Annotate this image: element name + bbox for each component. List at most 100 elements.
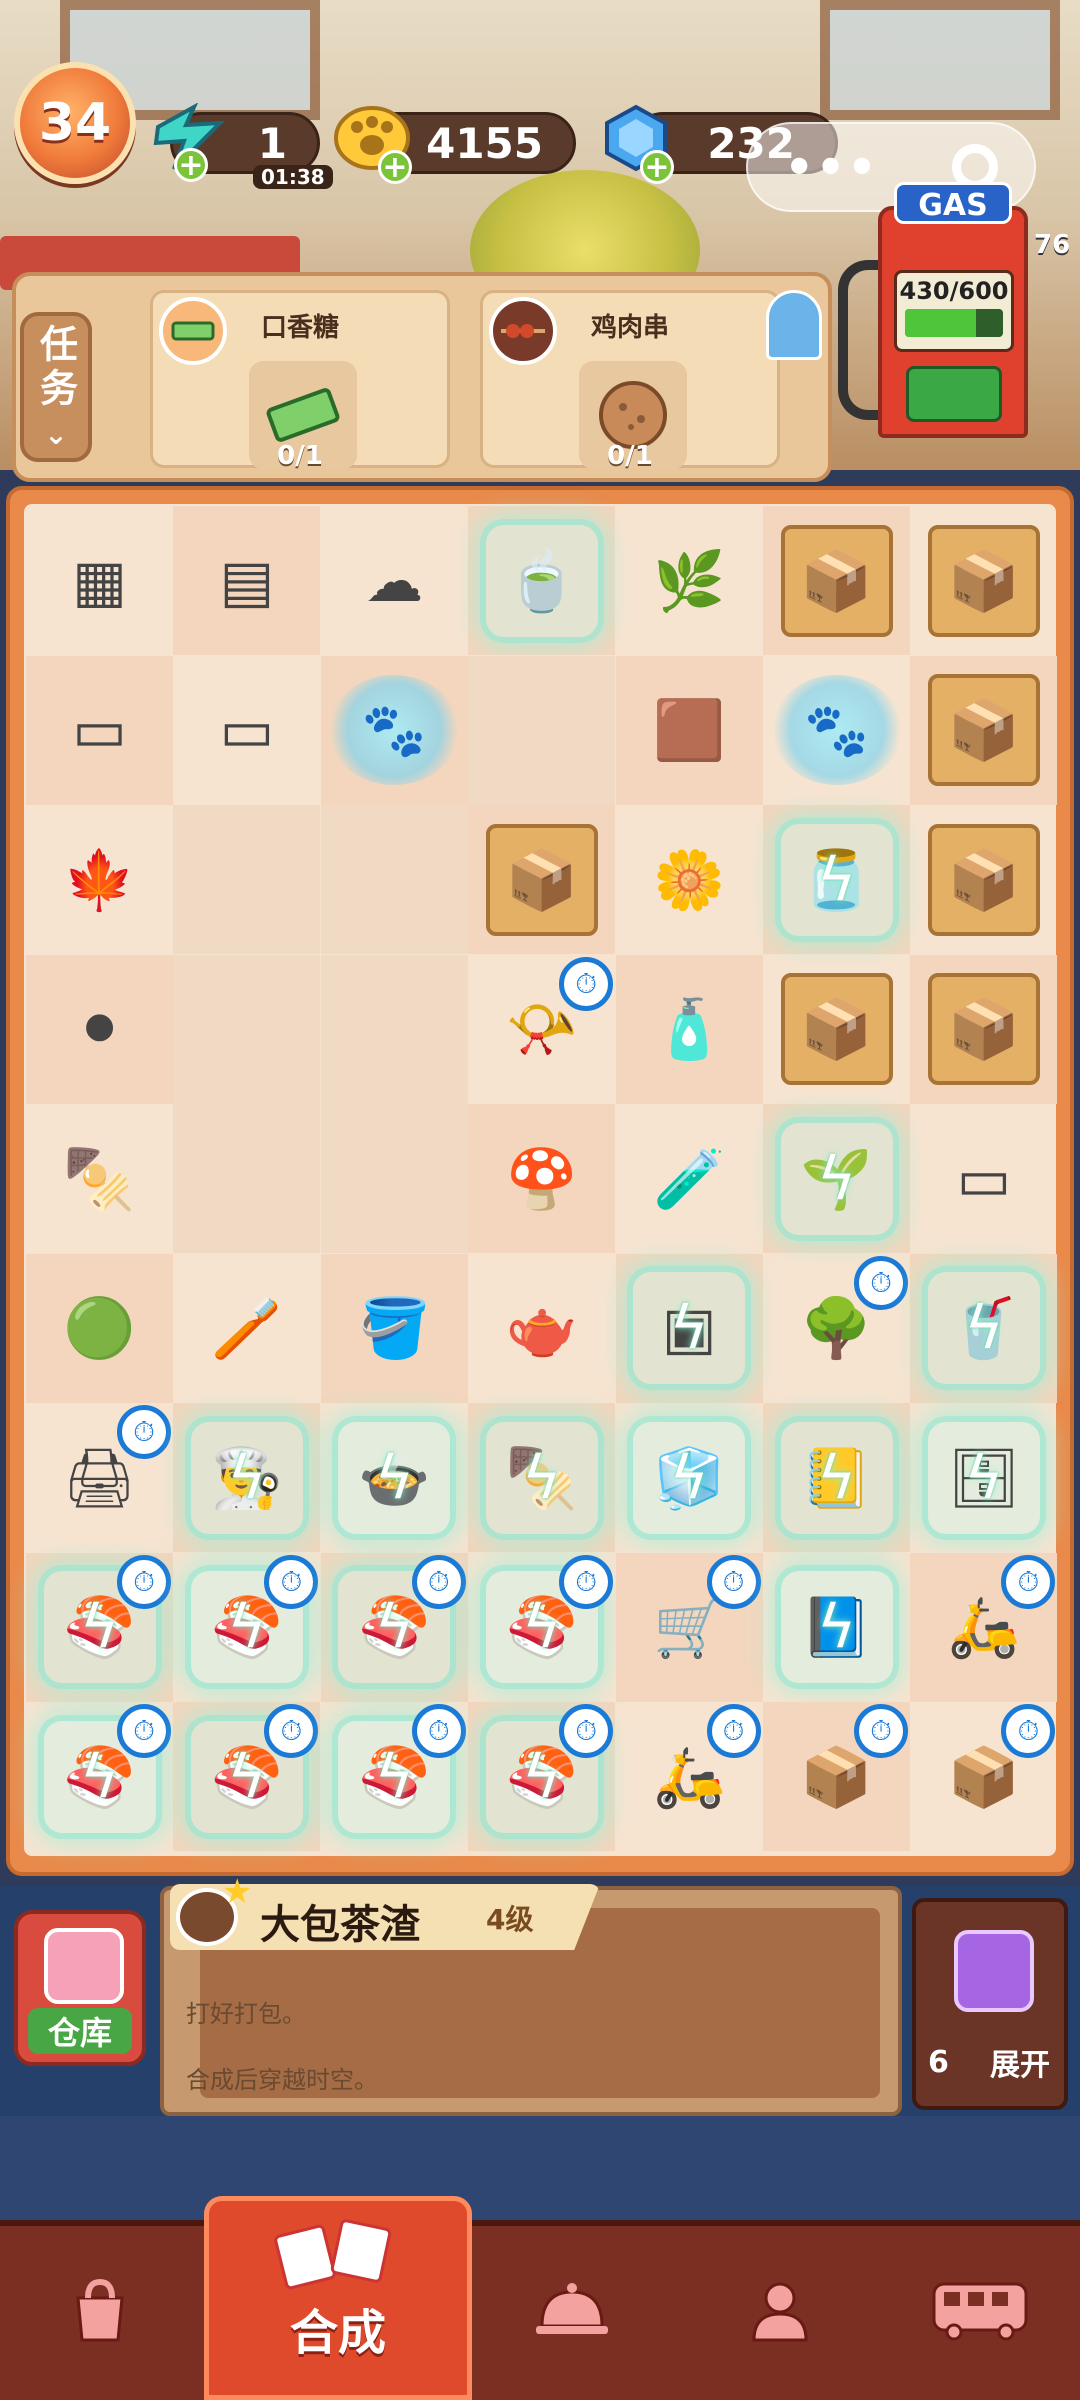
board-cell[interactable]: 🌳 ⏱: [763, 1254, 910, 1403]
add-coins-button[interactable]: +: [378, 150, 412, 184]
board-cell[interactable]: 🍣 ϟ ⏱: [173, 1702, 321, 1851]
board-cell[interactable]: 🛒 ⏱: [615, 1552, 763, 1702]
tape-measure-icon[interactable]: 🟢: [44, 1272, 156, 1384]
gas-refill-button[interactable]: [906, 366, 1002, 422]
takeout-box-icon[interactable]: 📦: [780, 524, 893, 637]
board-cell[interactable]: [320, 805, 468, 954]
board-cell[interactable]: 🍢: [26, 1104, 173, 1253]
board-cell[interactable]: 🍣 ϟ ⏱: [320, 1552, 468, 1702]
board-cell[interactable]: 🍣 ϟ ⏱: [26, 1552, 173, 1702]
board-cell[interactable]: ▭: [910, 1104, 1057, 1253]
ledger-icon[interactable]: 📘 ϟ: [780, 1571, 893, 1683]
takeout-box-icon[interactable]: 📦: [927, 823, 1040, 936]
teapot-icon[interactable]: 🫖: [486, 1272, 598, 1384]
board-cell[interactable]: 📦: [910, 805, 1057, 954]
board-cell[interactable]: 🟫: [615, 655, 763, 805]
board-cell[interactable]: 🍲 ϟ: [321, 1403, 468, 1552]
add-gems-button[interactable]: +: [640, 150, 674, 184]
board-cell[interactable]: 🍣 ϟ ⏱: [173, 1553, 320, 1702]
board-cell[interactable]: 🍣 ϟ ⏱: [468, 1702, 616, 1851]
brush-icon[interactable]: 🪥: [191, 1272, 303, 1384]
wall-shelf-icon[interactable]: ▭: [928, 1123, 1040, 1235]
board-cell[interactable]: 📦 ⏱: [763, 1702, 910, 1851]
takeout-box-icon[interactable]: 📦: [485, 823, 598, 936]
tires-icon[interactable]: ⚫: [44, 973, 156, 1085]
takeout-box-icon[interactable]: 📦: [927, 973, 1040, 1085]
herb-board-icon[interactable]: 🌿: [633, 525, 745, 637]
board-cell[interactable]: 🗄 ϟ: [910, 1403, 1057, 1552]
nav-serve[interactable]: [472, 2240, 672, 2380]
storage-button[interactable]: 仓库: [14, 1910, 146, 2066]
board-cell[interactable]: [320, 954, 468, 1104]
nav-bus[interactable]: [880, 2240, 1080, 2380]
board-cell[interactable]: 🍄: [468, 1104, 616, 1253]
expand-button[interactable]: 6 展开: [912, 1898, 1068, 2110]
board-cell[interactable]: 🌼: [616, 805, 763, 954]
board-cell[interactable]: 🌿: [616, 506, 763, 655]
board-cell[interactable]: 🐾: [763, 656, 910, 805]
more-menu-icon[interactable]: •••: [784, 140, 878, 194]
board-cell[interactable]: ▭: [173, 656, 320, 805]
bottles-icon[interactable]: 🧪: [633, 1123, 745, 1235]
board-cell[interactable]: 📦: [763, 506, 910, 655]
board-cell[interactable]: 🖨 ⏱: [26, 1403, 173, 1552]
takeout-box-icon[interactable]: 📦: [780, 973, 893, 1085]
board-cell[interactable]: 🛵 ⏱: [910, 1552, 1058, 1702]
notebook-icon[interactable]: 📒 ϟ: [780, 1421, 893, 1534]
board-cell[interactable]: ▣ ϟ: [615, 1253, 763, 1403]
paw-cloud-icon[interactable]: 🐾: [329, 675, 460, 785]
board-cell[interactable]: ⚫: [26, 954, 173, 1104]
board-cell[interactable]: [320, 1104, 468, 1253]
skewer-cart-icon[interactable]: 🍢 ϟ: [485, 1421, 598, 1534]
task-card[interactable]: 口香糖 0/1: [150, 290, 450, 471]
add-energy-button[interactable]: +: [174, 148, 208, 182]
board-cell[interactable]: 🪥: [173, 1254, 320, 1403]
task-card[interactable]: 鸡肉串 0/1: [480, 290, 780, 471]
board-cell[interactable]: 📯 ⏱: [468, 955, 615, 1104]
gas-pump[interactable]: GAS 430/600: [878, 182, 1028, 438]
board-cell[interactable]: [173, 1104, 321, 1253]
fridge-icon[interactable]: 🧊 ϟ: [633, 1421, 746, 1534]
bucket-icon[interactable]: 🪣: [338, 1272, 450, 1384]
board-cell[interactable]: ▭: [26, 655, 173, 805]
board-cell[interactable]: ▦: [26, 506, 173, 655]
board-cell[interactable]: [173, 805, 321, 954]
takeout-box-icon[interactable]: 📦: [927, 674, 1040, 786]
cotton-icon[interactable]: ☁: [338, 525, 450, 637]
board-cell[interactable]: 🧊 ϟ: [616, 1403, 763, 1552]
board-cell[interactable]: 🟢: [26, 1253, 173, 1403]
takeout-box-icon[interactable]: 📦: [927, 524, 1040, 637]
flower-icon[interactable]: 🌼: [633, 824, 745, 936]
board-cell[interactable]: 🍣 ϟ ⏱: [321, 1702, 468, 1851]
board-cell[interactable]: 🪣: [320, 1253, 468, 1403]
tea-dish-icon[interactable]: 🍵: [485, 524, 598, 637]
board-cell[interactable]: 🐾: [320, 655, 468, 805]
board-cell[interactable]: 🍢 ϟ: [468, 1403, 616, 1552]
hotpot-icon[interactable]: 🍲 ϟ: [338, 1421, 451, 1534]
board-cell[interactable]: 🧪: [616, 1104, 763, 1253]
board-cell[interactable]: 📦: [910, 655, 1058, 805]
nav-chef[interactable]: [680, 2240, 880, 2380]
board-cell[interactable]: 📦: [910, 954, 1058, 1104]
maple-wreath-icon[interactable]: 🍁: [44, 824, 156, 936]
board-cell[interactable]: ☁: [321, 506, 468, 655]
board-cell[interactable]: 📦: [468, 805, 616, 954]
board-cell[interactable]: 📦 ⏱: [910, 1702, 1057, 1851]
level-badge[interactable]: 34: [14, 62, 136, 184]
mushroom-icon[interactable]: 🍄: [486, 1123, 598, 1235]
board-cell[interactable]: 🍵: [468, 506, 616, 655]
metal-plates-icon[interactable]: ▤: [191, 525, 303, 637]
task-button[interactable]: 任务 ⌄: [20, 312, 92, 462]
more-tasks-tab[interactable]: [766, 290, 822, 360]
fish-jar-icon[interactable]: 🫙 ϟ: [780, 823, 893, 936]
paper-roll-icon[interactable]: ▭: [191, 674, 303, 786]
spilled-tea-bag-icon[interactable]: 🟫: [633, 674, 745, 786]
board-cell[interactable]: 🧴: [615, 954, 763, 1104]
paper-stack-icon[interactable]: ▭: [44, 674, 156, 786]
board-cell[interactable]: 🍣 ϟ ⏱: [26, 1702, 173, 1851]
bonsai-sprout-icon[interactable]: 🌱 ϟ: [780, 1122, 893, 1235]
board-cell[interactable]: 🌱 ϟ: [763, 1104, 910, 1253]
board-cell[interactable]: 🫙 ϟ: [763, 805, 910, 954]
board-cell[interactable]: [468, 655, 616, 805]
board-cell[interactable]: 🫖: [468, 1254, 615, 1403]
